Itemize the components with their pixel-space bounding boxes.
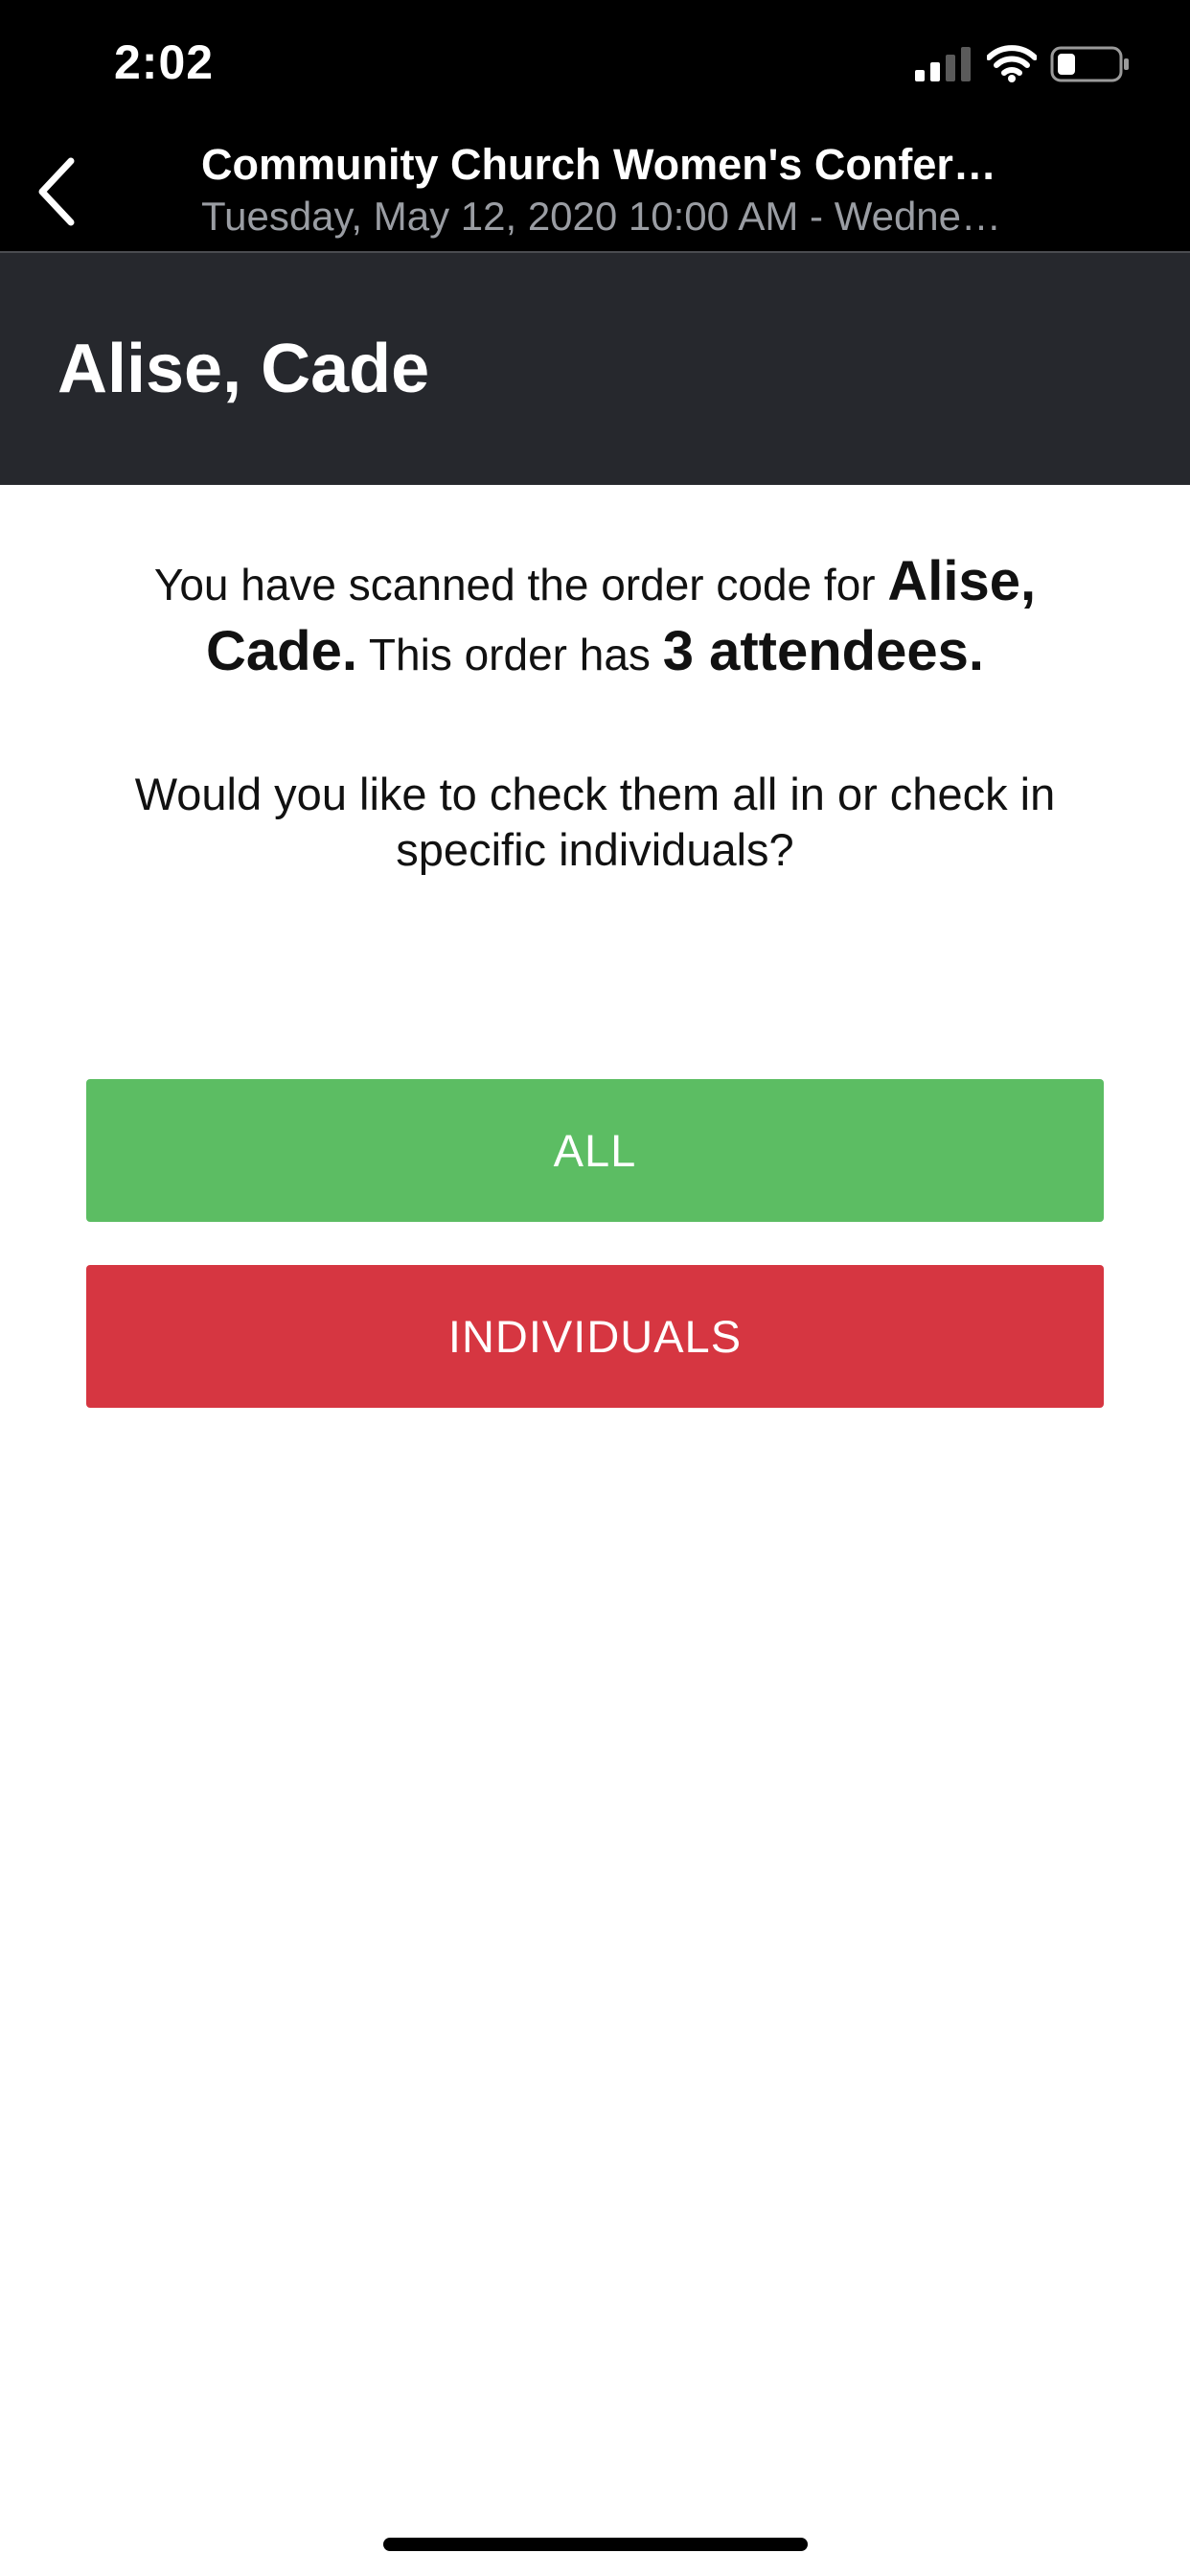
check-in-individuals-button[interactable]: INDIVIDUALS [86,1265,1104,1408]
battery-icon [1050,46,1129,82]
order-name-heading: Alise, Cade [57,331,430,407]
event-title: Community Church Women's Conference [201,140,1006,189]
scan-message-prefix: You have scanned the order code for [153,560,888,610]
scan-message: You have scanned the order code for Alis… [96,548,1094,688]
order-name-banner: Alise, Cade [0,253,1190,485]
scan-message-attendees: 3 attendees. [662,620,984,682]
status-time: 2:02 [114,35,215,89]
nav-header: Community Church Women's Conference Tues… [0,134,1190,253]
home-indicator[interactable] [383,2538,808,2551]
signal-icon [915,47,971,81]
wifi-icon [987,45,1037,82]
check-in-question: Would you like to check them all in or c… [134,769,1056,875]
scan-message-middle: This order has [356,630,663,679]
chevron-left-icon [38,157,75,226]
status-bar: 2:02 [0,0,1190,134]
check-in-all-button[interactable]: ALL [86,1079,1104,1222]
back-button[interactable] [17,144,94,240]
event-date-range: Tuesday, May 12, 2020 10:00 AM - Wednesd… [201,194,1006,239]
